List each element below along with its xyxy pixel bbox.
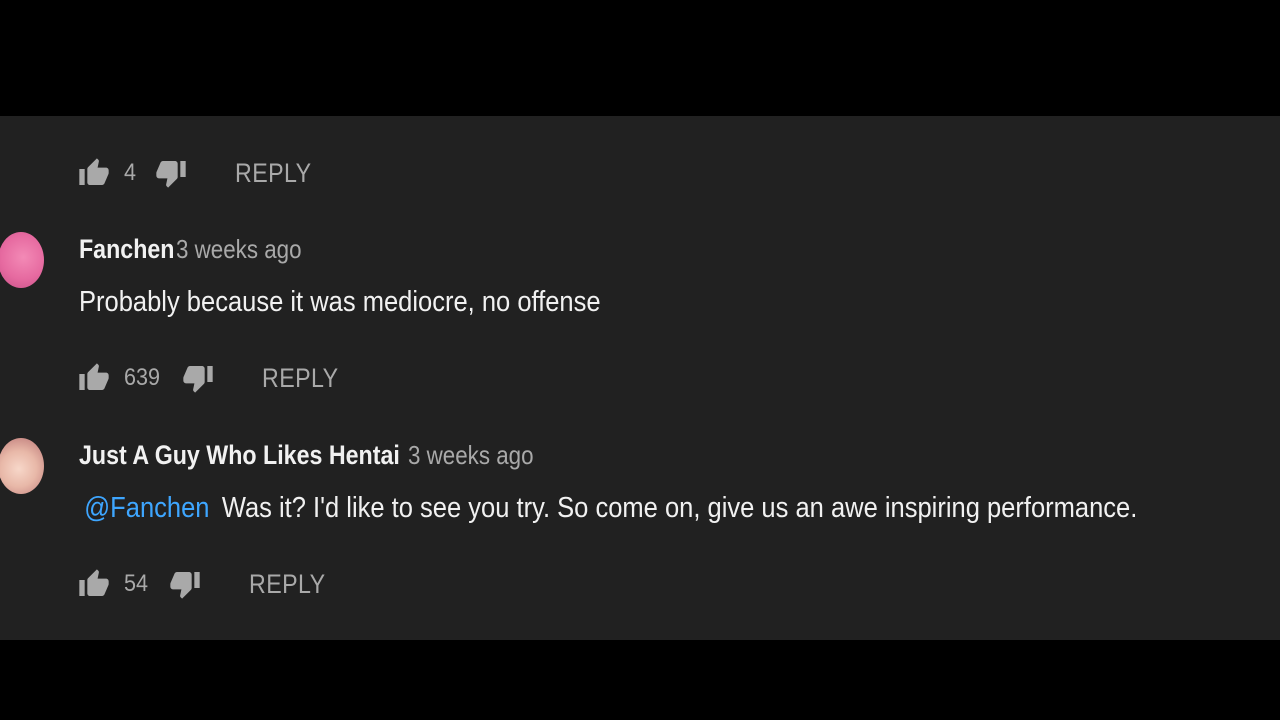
like-count: 4 [124,159,137,186]
thumbs-up-icon[interactable] [78,568,110,600]
reply-button[interactable]: REPLY [235,158,312,189]
reply-button[interactable]: REPLY [249,569,326,600]
comment-actions: 54 REPLY [78,564,338,604]
avatar[interactable] [0,232,44,288]
thumbs-up-icon[interactable] [78,157,110,189]
thumbs-down-icon[interactable] [155,157,187,189]
comment-author[interactable]: Fanchen [79,234,174,265]
comment-time[interactable]: 3 weeks ago [408,440,534,471]
reply-button[interactable]: REPLY [262,363,339,394]
comment-text: Probably because it was mediocre, no off… [79,286,601,318]
comment-time[interactable]: 3 weeks ago [176,234,302,265]
like-count: 639 [124,364,161,391]
thumbs-down-icon[interactable] [169,568,201,600]
letterbox-bottom [0,640,1280,720]
comment-header: Fanchen 3 weeks ago [79,234,322,265]
comment-actions-top: 4 REPLY [78,153,324,193]
comment-actions: 639 REPLY [78,358,351,398]
avatar[interactable] [0,438,44,494]
mention-link[interactable]: @Fanchen [84,492,209,524]
letterbox-top [0,0,1280,116]
comments-panel: 4 REPLY Fanchen 3 weeks ago Probably bec… [0,116,1280,640]
thumbs-down-icon[interactable] [182,362,214,394]
comment-header: Just A Guy Who Likes Hentai 3 weeks ago [79,440,554,471]
like-count: 54 [124,570,149,597]
comment-text-row: @Fanchen Was it? I'd like to see you try.… [79,492,1137,525]
comment-text: Was it? I'd like to see you try. So come… [221,492,1138,524]
comment-author[interactable]: Just A Guy Who Likes Hentai [79,440,400,471]
thumbs-up-icon[interactable] [78,362,110,394]
